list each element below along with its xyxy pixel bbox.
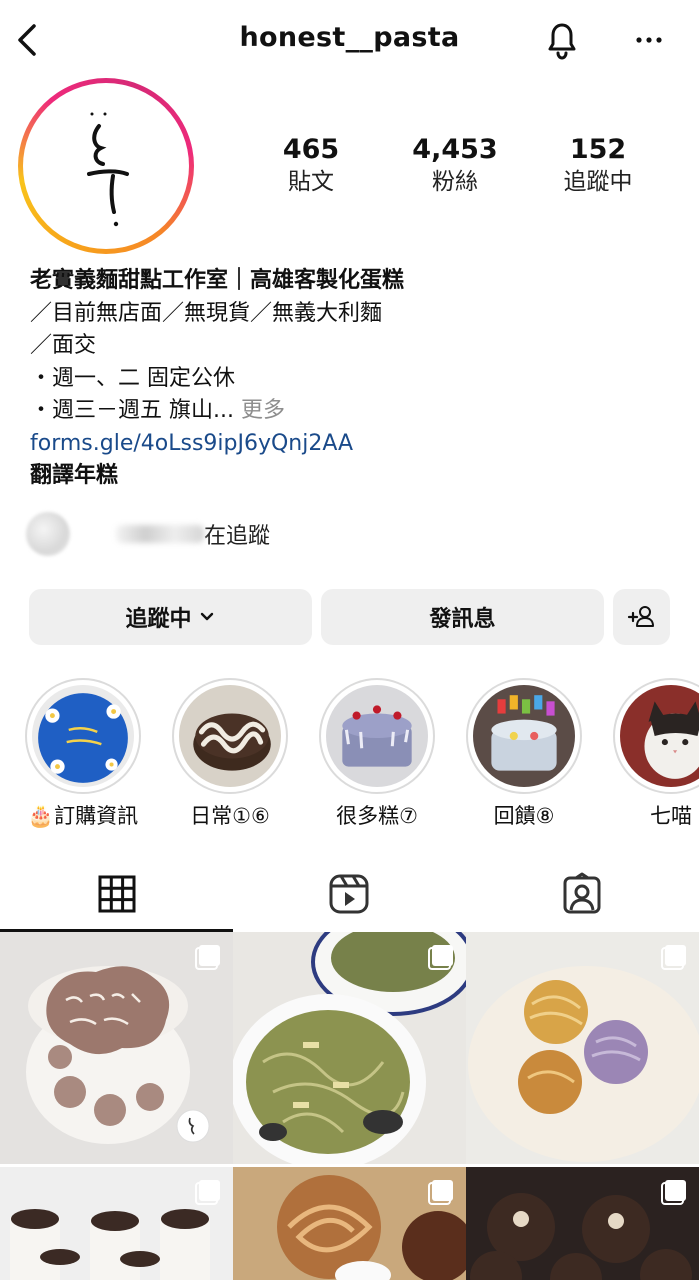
highlight-cover xyxy=(32,685,134,787)
multi-photo-icon xyxy=(428,945,453,970)
bio-more-link[interactable]: 更多 xyxy=(241,398,285,423)
multi-photo-icon xyxy=(428,1180,453,1205)
followers-label: 粉絲 xyxy=(432,169,478,195)
posts-count: 465 xyxy=(282,134,340,165)
following-label: 追蹤中 xyxy=(563,169,633,195)
followed-by-text: 在追蹤 xyxy=(204,524,271,549)
message-button-label: 發訊息 xyxy=(429,607,496,632)
post-thumbnail[interactable] xyxy=(466,1167,699,1280)
post-thumbnail[interactable] xyxy=(233,932,466,1164)
brand-logo-icon xyxy=(87,112,129,227)
followers-count: 4,453 xyxy=(412,134,498,165)
bio-line: ／面交 xyxy=(30,333,97,358)
add-user-icon xyxy=(627,606,654,627)
highlight-label: 日常①⑥ xyxy=(190,804,270,828)
follower-avatar xyxy=(26,512,70,556)
highlight-item[interactable]: 日常①⑥ xyxy=(171,678,289,830)
add-user-button[interactable] xyxy=(613,589,670,645)
profile-tabs xyxy=(0,856,699,932)
multi-photo-icon xyxy=(661,1180,686,1205)
stat-followers[interactable]: 4,453 粉絲 xyxy=(385,134,525,198)
stat-posts[interactable]: 465 貼文 xyxy=(241,134,381,198)
post-thumbnail[interactable] xyxy=(0,932,233,1164)
more-horizontal-icon[interactable] xyxy=(628,26,672,54)
highlight-cover xyxy=(620,685,699,787)
avatar xyxy=(27,87,185,245)
profile-display-name: 老實義麵甜點工作室｜高雄客製化蛋糕 xyxy=(30,268,405,293)
highlight-cover xyxy=(179,685,281,787)
following-button[interactable]: 追蹤中 xyxy=(29,589,312,645)
avatar-story-ring[interactable] xyxy=(18,78,194,254)
follower-name-blurred xyxy=(116,525,204,543)
multi-photo-icon xyxy=(661,945,686,970)
tagged-icon[interactable] xyxy=(560,872,604,916)
posts-grid xyxy=(0,932,699,1280)
profile-username: honest__pasta xyxy=(239,22,460,53)
highlight-item[interactable]: 很多糕⑦ xyxy=(318,678,436,830)
highlight-cover xyxy=(473,685,575,787)
multi-photo-icon xyxy=(195,1180,220,1205)
reels-icon[interactable] xyxy=(327,872,371,916)
bio-external-link[interactable]: forms.gle/4oLss9ipJ6yQnj2AA xyxy=(30,428,680,461)
post-thumbnail[interactable] xyxy=(233,1167,466,1280)
highlight-label: 很多糕⑦ xyxy=(336,804,418,828)
bio-line: ／目前無店面／無現貨／無義大利麵 xyxy=(30,300,383,326)
highlight-label: 七喵 xyxy=(650,804,692,828)
bio-line-last: ・週三－週五 旗山... 更多 xyxy=(30,395,680,428)
profile-bio: 老實義麵甜點工作室｜高雄客製化蛋糕 ／目前無店面／無現貨／無義大利麵 ／面交 ・… xyxy=(30,265,680,493)
posts-label: 貼文 xyxy=(288,169,334,195)
message-button[interactable]: 發訊息 xyxy=(321,589,604,645)
highlight-item[interactable]: 🎂訂購資訊 xyxy=(24,678,142,830)
post-thumbnail[interactable] xyxy=(0,1167,233,1280)
following-button-label: 追蹤中 xyxy=(125,607,192,632)
bell-icon[interactable] xyxy=(540,16,584,64)
grid-icon[interactable] xyxy=(95,872,139,916)
highlight-item[interactable]: 七喵 xyxy=(612,678,699,830)
highlight-cover xyxy=(326,685,428,787)
post-thumbnail[interactable] xyxy=(466,932,699,1164)
highlight-label: 🎂訂購資訊 xyxy=(27,804,139,828)
bio-line: ・週一、二 固定公休 xyxy=(30,365,235,391)
top-bar: honest__pasta xyxy=(0,0,699,80)
stat-following[interactable]: 152 追蹤中 xyxy=(528,134,668,198)
highlight-label: 回饋⑧ xyxy=(493,804,555,828)
highlight-item[interactable]: 回饋⑧ xyxy=(465,678,583,830)
chevron-down-icon xyxy=(200,612,213,621)
translate-bio-link[interactable]: 翻譯年糕 xyxy=(30,460,680,493)
followed-by-row[interactable]: 在追蹤 xyxy=(26,510,270,558)
bio-line: ・週三－週五 旗山... xyxy=(30,398,234,423)
multi-photo-icon xyxy=(195,945,220,970)
following-count: 152 xyxy=(569,134,627,165)
